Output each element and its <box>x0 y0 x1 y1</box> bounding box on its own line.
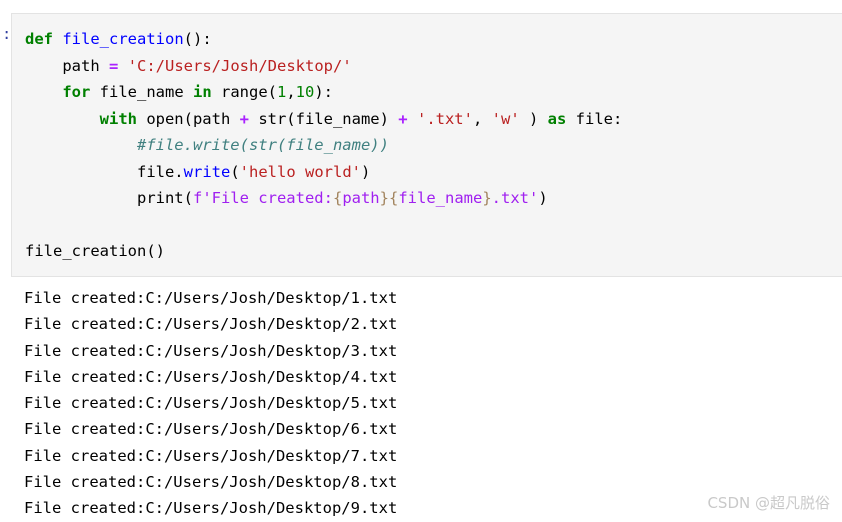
code-token-op: = <box>109 56 119 75</box>
code-editor-area[interactable]: def file_creation(): path = 'C:/Users/Jo… <box>12 14 842 275</box>
code-line: print(f'File created:{path}{file_name}.t… <box>25 185 842 212</box>
code-token-kw: for <box>62 83 91 101</box>
output-line: File created:C:/Users/Josh/Desktop/7.txt <box>24 446 398 465</box>
output-line: File created:C:/Users/Josh/Desktop/5.txt <box>24 394 398 413</box>
code-token-str: 'C:/Users/Josh/Desktop/' <box>127 56 352 75</box>
code-token-brace: } <box>379 189 389 207</box>
code-token-str: 'w' <box>491 109 520 128</box>
notebook-cell-container: In [3]: def file_creation(): path = 'C:/… <box>0 0 842 519</box>
code-token-fstr: path <box>342 189 380 207</box>
code-token-brace: } <box>482 189 492 207</box>
code-token-fn: write <box>183 162 231 181</box>
code-token-plain: , <box>472 109 492 128</box>
code-token-kw: with <box>99 109 137 128</box>
code-token-kw: as <box>547 109 567 128</box>
code-token-plain: file_name <box>90 83 193 101</box>
code-token-plain: print( <box>136 189 193 207</box>
output-line: File created:C:/Users/Josh/Desktop/4.txt <box>24 367 398 386</box>
code-line: file.write('hello world') <box>25 159 842 186</box>
code-token-fstr: f'File created: <box>192 189 333 207</box>
code-token-num: 10 <box>295 83 315 101</box>
code-token-plain: (): <box>183 30 212 48</box>
code-token-plain: str(file_name) <box>248 109 399 128</box>
code-token-plain: ( <box>230 162 240 181</box>
code-token-plain: ) <box>361 162 371 181</box>
code-token-num: 1 <box>276 83 287 101</box>
code-token-brace: { <box>332 189 343 207</box>
output-line: File created:C:/Users/Josh/Desktop/2.txt <box>24 315 398 334</box>
code-line: file_creation() <box>25 238 842 265</box>
code-token-kw: def <box>25 30 53 48</box>
code-input-cell[interactable]: def file_creation(): path = 'C:/Users/Jo… <box>11 13 842 277</box>
csdn-watermark: CSDN @超凡脱俗 <box>707 494 830 512</box>
cell-prompt-gutter: In [3]: <box>0 13 11 277</box>
code-token-fstr: .txt' <box>491 189 539 207</box>
code-token-plain: ) <box>538 189 548 207</box>
code-token-str: '.txt' <box>416 109 473 128</box>
output-line: File created:C:/Users/Josh/Desktop/6.txt <box>24 420 398 439</box>
code-token-brace: { <box>388 189 399 207</box>
code-line: path = 'C:/Users/Josh/Desktop/' <box>25 53 842 80</box>
cell-output-area: File created:C:/Users/Josh/Desktop/1.txt… <box>11 285 842 519</box>
code-token-plain: file: <box>566 109 623 128</box>
code-line: #file.write(str(file_name)) <box>25 132 842 159</box>
cell-prompt-label: In [3]: <box>0 25 11 43</box>
code-token-plain: file_creation() <box>25 242 165 260</box>
code-token-kw: in <box>192 83 212 101</box>
code-token-op: + <box>239 109 249 128</box>
code-token-plain: file. <box>136 162 184 181</box>
code-token-def: file_creation <box>62 30 184 48</box>
code-line: def file_creation(): <box>25 26 842 53</box>
code-token-plain: path <box>62 56 109 75</box>
code-token-fstr: file_name <box>398 189 483 207</box>
code-line: for file_name in range(1,10): <box>25 79 842 106</box>
code-token-plain: open(path <box>136 109 240 128</box>
code-token-plain: ) <box>519 109 548 128</box>
code-token-plain: ): <box>314 83 334 101</box>
code-token-cmt: #file.write(str(file_name)) <box>136 136 389 154</box>
code-line: with open(path + str(file_name) + '.txt'… <box>25 106 842 133</box>
output-line: File created:C:/Users/Josh/Desktop/3.txt <box>24 341 398 360</box>
output-line: File created:C:/Users/Josh/Desktop/1.txt <box>24 289 398 307</box>
code-token-str: 'hello world' <box>239 162 361 181</box>
code-token-plain: range( <box>211 83 277 101</box>
code-token-op: + <box>398 109 408 128</box>
code-token-plain: , <box>286 83 296 101</box>
